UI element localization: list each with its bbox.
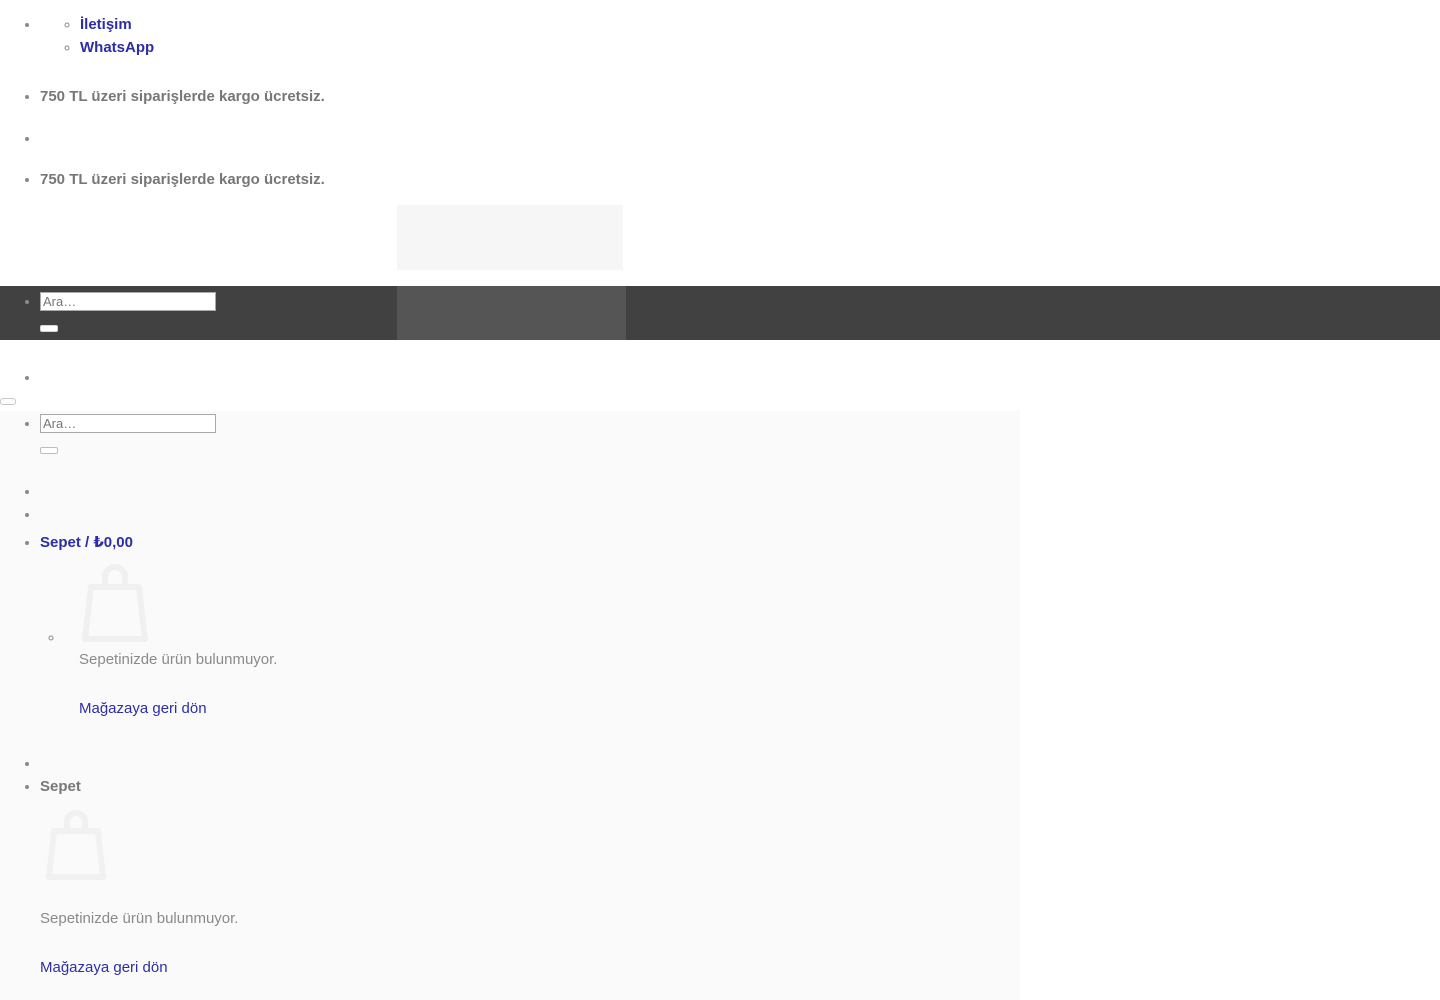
secondary-search-list — [0, 413, 700, 454]
secondary-empty-item — [40, 367, 1440, 390]
whatsapp-link[interactable]: WhatsApp — [80, 39, 154, 56]
top-nav-region: İletişim WhatsApp — [0, 14, 1440, 59]
top-nav-group: İletişim WhatsApp — [40, 14, 1440, 59]
mini-cart-link[interactable]: Sepet / ₺0,00 — [40, 534, 133, 551]
cart-panel-spacer — [40, 753, 1020, 776]
notice-list-two: 750 TL üzeri siparişlerde kargo ücretsiz… — [0, 169, 1440, 192]
notice-item-shipping: 750 TL üzeri siparişlerde kargo ücretsiz… — [40, 86, 1440, 109]
shipping-notice-region-two: 750 TL üzeri siparişlerde kargo ücretsiz… — [0, 169, 1440, 192]
notice-item-shipping-repeat: 750 TL üzeri siparişlerde kargo ücretsiz… — [40, 169, 1440, 192]
menu-toggle-button[interactable] — [0, 398, 16, 405]
shipping-notice-text: 750 TL üzeri siparişlerde kargo ücretsiz… — [40, 88, 325, 105]
mini-cart-spacer-two — [40, 504, 1020, 532]
mini-cart-bag-icon-wrap — [75, 559, 155, 643]
mini-cart-empty-item: Sepetinizde ürün bulunmuyor. Mağazaya ge… — [64, 554, 1020, 717]
cart-panel-empty-block: Sepetinizde ürün bulunmuyor. Mağazaya ge… — [40, 908, 740, 979]
top-nav-list: İletişim WhatsApp — [0, 14, 1440, 59]
mini-cart-sublist: Sepetinizde ürün bulunmuyor. Mağazaya ge… — [40, 554, 1020, 717]
mini-cart-empty-block: Sepetinizde ürün bulunmuyor. Mağazaya ge… — [79, 649, 679, 720]
cart-panel-return-link[interactable]: Mağazaya geri dön — [40, 957, 168, 980]
mini-cart-region: Sepet / ₺0,00 Sepetinizde ürün bulunmuyo… — [0, 481, 1020, 717]
cart-panel-item: Sepet Sepetinizde ürün bulunmuyor. Mağaz… — [40, 776, 1020, 976]
search-input[interactable] — [40, 292, 216, 311]
cart-panel-list: Sepet Sepetinizde ürün bulunmuyor. Mağaz… — [0, 753, 1020, 976]
mini-cart-spacer-one — [40, 481, 1020, 504]
secondary-bullet-region — [0, 367, 1440, 390]
secondary-search-item — [40, 413, 700, 454]
header-search-item — [40, 291, 700, 332]
shipping-notice-text-repeat: 750 TL üzeri siparişlerde kargo ücretsiz… — [40, 171, 325, 188]
empty-bullet-list — [0, 128, 1440, 151]
empty-list-item — [40, 128, 1440, 151]
shopping-bag-icon — [46, 810, 106, 880]
header-search-region — [0, 291, 700, 332]
top-nav-sublist: İletişim WhatsApp — [40, 14, 1440, 59]
notice-list-one: 750 TL üzeri siparişlerde kargo ücretsiz… — [0, 86, 1440, 109]
mini-cart-return-link[interactable]: Mağazaya geri dön — [79, 698, 207, 721]
cart-panel-empty-text: Sepetinizde ürün bulunmuyor. — [40, 910, 239, 927]
header-search-form — [40, 292, 700, 332]
contact-link[interactable]: İletişim — [80, 16, 132, 33]
shipping-notice-region-one: 750 TL üzeri siparişlerde kargo ücretsiz… — [0, 86, 1440, 109]
search-submit-button[interactable] — [40, 325, 58, 332]
secondary-search-form — [40, 414, 700, 454]
menu-toggle-region — [0, 398, 16, 405]
cart-panel-bag-icon-wrap — [40, 805, 112, 881]
cart-panel-region: Sepet Sepetinizde ürün bulunmuyor. Mağaz… — [0, 753, 1020, 976]
cart-panel-title: Sepet — [40, 777, 81, 795]
search-input-secondary[interactable] — [40, 414, 216, 433]
secondary-search-region — [0, 413, 700, 454]
nav-item-whatsapp[interactable]: WhatsApp — [80, 37, 1440, 60]
mini-cart-return-wrap: Mağazaya geri dön — [79, 698, 679, 721]
mini-cart-item: Sepet / ₺0,00 Sepetinizde ürün bulunmuyo… — [40, 532, 1020, 717]
empty-bullet-region — [0, 128, 1440, 151]
faint-top-panel — [397, 205, 623, 270]
header-search-list — [0, 291, 700, 332]
mini-cart-list: Sepet / ₺0,00 Sepetinizde ürün bulunmuyo… — [0, 481, 1020, 717]
shopping-bag-icon — [82, 564, 148, 642]
search-submit-button-secondary[interactable] — [40, 447, 58, 454]
mini-cart-empty-text: Sepetinizde ürün bulunmuyor. — [79, 651, 278, 668]
cart-panel-return-wrap: Mağazaya geri dön — [40, 957, 740, 980]
nav-item-contact[interactable]: İletişim — [80, 14, 1440, 37]
secondary-bullet-list — [0, 367, 1440, 390]
